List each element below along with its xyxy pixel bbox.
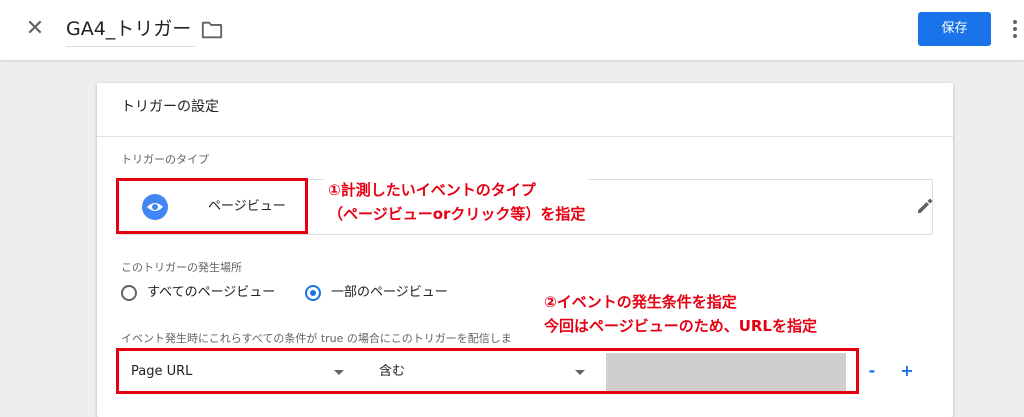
annotation-line: ②イベントの発生条件を指定 xyxy=(544,293,737,311)
remove-condition-button[interactable]: - xyxy=(864,361,880,381)
fire-location-label: このトリガーの発生場所 xyxy=(121,261,242,274)
radio-label: すべてのページビュー xyxy=(147,285,276,300)
add-condition-button[interactable]: + xyxy=(899,361,915,381)
annotation-line: 今回はページビューのため、URLを指定 xyxy=(544,317,817,335)
folder-icon[interactable] xyxy=(201,20,223,40)
card-title: トリガーの設定 xyxy=(121,99,219,115)
annotation-note-1: ①計測したいイベントのタイプ （ページビューorクリック等）を指定 xyxy=(324,178,590,226)
operator-value: 含む xyxy=(379,364,406,379)
dropdown-arrow-icon xyxy=(575,370,585,375)
eye-icon xyxy=(142,194,168,220)
radio-circle xyxy=(121,285,137,301)
value-input[interactable] xyxy=(606,353,846,391)
variable-value: Page URL xyxy=(131,364,193,379)
radio-label: 一部のページビュー xyxy=(331,285,448,300)
condition-label: イベント発生時にこれらすべての条件が true の場合にこのトリガーを配信しま xyxy=(121,332,512,345)
more-vert-icon[interactable] xyxy=(1008,14,1022,44)
save-button[interactable]: 保存 xyxy=(918,12,991,46)
variable-select[interactable]: Page URL xyxy=(117,353,360,392)
trigger-config-card: トリガーの設定 トリガーのタイプ ページビュー このトリガーの発生場所 すべての… xyxy=(97,83,953,417)
trigger-type-label: トリガーのタイプ xyxy=(121,153,209,166)
annotation-line: （ページビューorクリック等）を指定 xyxy=(328,205,586,223)
operator-select[interactable]: 含む xyxy=(365,353,601,392)
close-icon[interactable]: ✕ xyxy=(22,14,48,44)
trigger-name[interactable]: GA4_トリガー xyxy=(66,12,196,47)
trigger-type-value: ページビュー xyxy=(208,199,286,214)
annotation-note-2: ②イベントの発生条件を指定 今回はページビューのため、URLを指定 xyxy=(540,290,821,338)
pencil-icon[interactable] xyxy=(915,196,935,216)
divider xyxy=(97,136,953,137)
annotation-line: ①計測したいイベントのタイプ xyxy=(328,181,536,199)
dropdown-arrow-icon xyxy=(334,370,344,375)
editor-header: ✕ GA4_トリガー 保存 xyxy=(0,0,1024,60)
radio-circle-checked xyxy=(305,285,321,301)
